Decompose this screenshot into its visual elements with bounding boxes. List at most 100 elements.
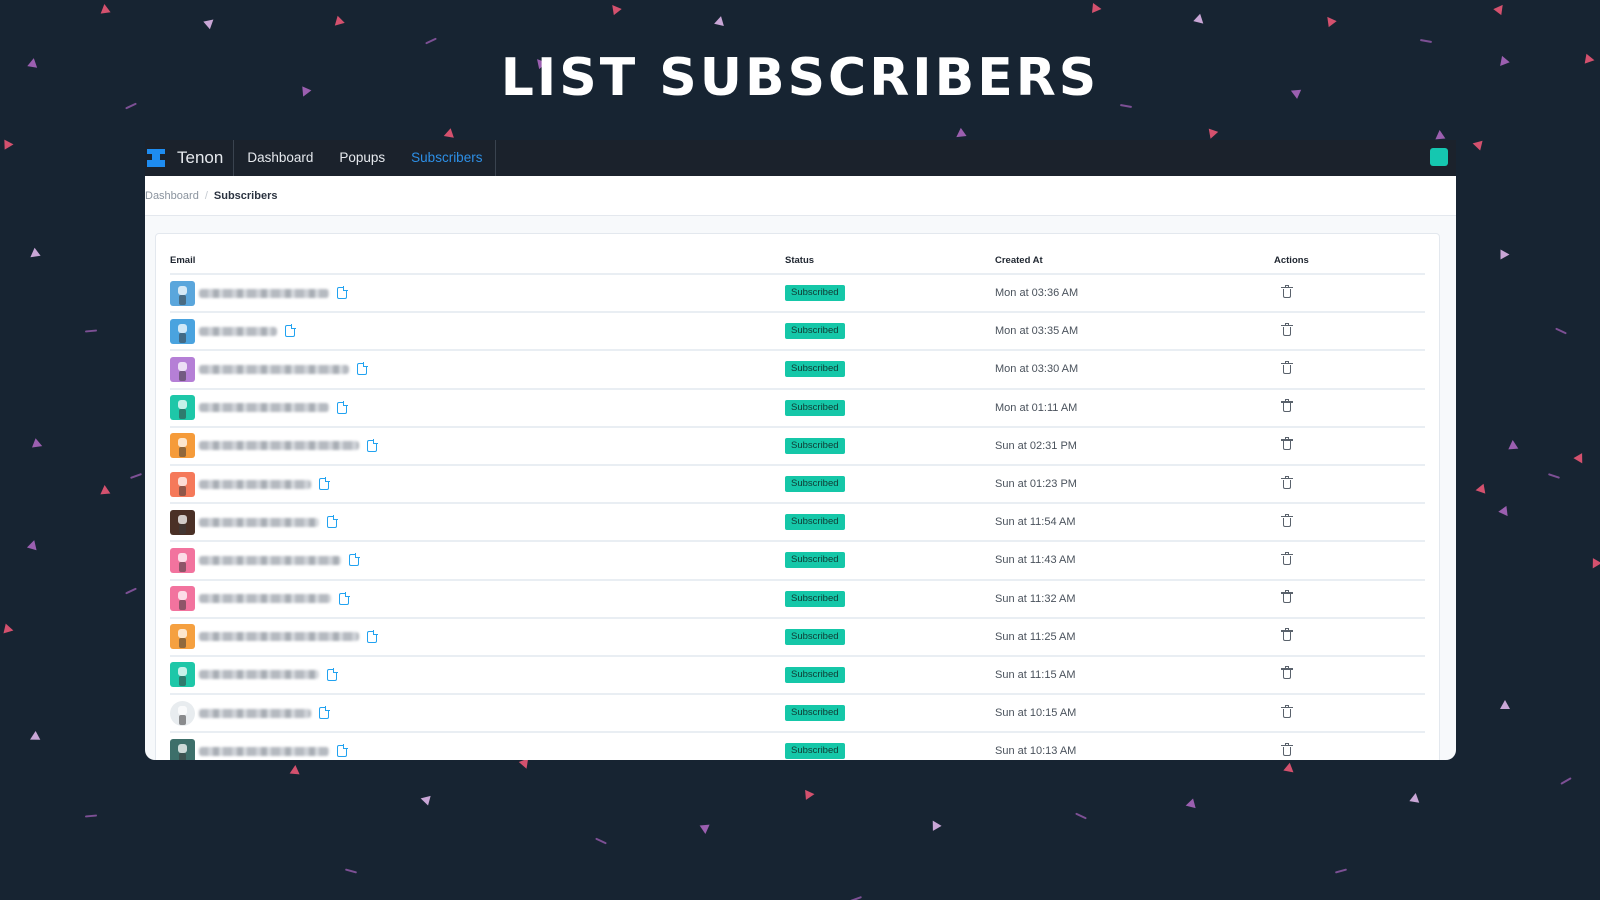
actions-cell (1274, 503, 1425, 543)
confetti-triangle (714, 14, 726, 27)
confetti-stick (84, 329, 98, 333)
copy-icon[interactable] (327, 515, 338, 529)
copy-icon[interactable] (285, 324, 296, 338)
email-cell (170, 655, 785, 696)
avatar (170, 586, 195, 612)
confetti-stick (84, 814, 98, 818)
confetti-stick (850, 896, 862, 900)
confetti-triangle (331, 15, 345, 30)
confetti-triangle (805, 789, 815, 800)
email-cell (170, 732, 785, 760)
confetti-triangle (203, 15, 217, 30)
status-cell: Subscribed (785, 541, 995, 581)
copy-icon[interactable] (337, 744, 348, 758)
actions-cell (1274, 426, 1425, 466)
actions-cell (1274, 732, 1425, 760)
confetti-triangle (1474, 483, 1486, 496)
nav-item-dashboard[interactable]: Dashboard (234, 140, 326, 176)
avatar (170, 318, 195, 344)
email-cell (170, 503, 785, 543)
table-row: Subscribed Sun at 01:23 PM (170, 464, 1425, 505)
actions-cell (1274, 464, 1425, 505)
table-row: Subscribed Mon at 03:30 AM (170, 350, 1425, 390)
confetti-triangle (26, 538, 40, 551)
avatar (170, 356, 195, 382)
confetti-triangle (1498, 505, 1512, 520)
copy-icon[interactable] (319, 477, 330, 491)
confetti-triangle (27, 730, 41, 745)
trash-icon[interactable] (1281, 513, 1293, 527)
copy-icon[interactable] (327, 667, 338, 681)
confetti-stick (1555, 327, 1567, 335)
trash-icon[interactable] (1281, 551, 1293, 565)
status-cell: Subscribed (785, 350, 995, 390)
subscribers-table: Email Status Created At Actions Subscrib… (170, 248, 1425, 760)
copy-icon[interactable] (337, 286, 348, 300)
copy-icon[interactable] (349, 553, 360, 567)
status-cell: Subscribed (785, 503, 995, 543)
trash-icon[interactable] (1281, 284, 1293, 298)
hero-title: LIST SUBSCRIBERS (500, 48, 1100, 108)
email-cell (170, 312, 785, 352)
table-row: Subscribed Sun at 11:15 AM (170, 655, 1425, 696)
actions-cell (1274, 274, 1425, 314)
confetti-triangle (1193, 13, 1207, 28)
subscribers-card: Email Status Created At Actions Subscrib… (155, 233, 1440, 760)
table-row: Subscribed Sun at 11:54 AM (170, 503, 1425, 543)
confetti-triangle (928, 818, 942, 831)
created-at-cell: Sun at 11:54 AM (995, 503, 1274, 543)
status-badge: Subscribed (785, 437, 845, 454)
nav-item-subscribers[interactable]: Subscribers (398, 140, 495, 176)
confetti-triangle (1184, 798, 1196, 811)
trash-icon[interactable] (1281, 628, 1293, 642)
user-menu-button[interactable] (1430, 148, 1448, 166)
breadcrumb: Dashboard / Subscribers (145, 176, 1456, 216)
actions-cell (1274, 617, 1425, 657)
confetti-triangle (289, 764, 301, 775)
trash-icon[interactable] (1281, 399, 1293, 413)
trash-icon[interactable] (1281, 666, 1293, 680)
status-badge: Subscribed (785, 323, 845, 340)
confetti-triangle (1500, 249, 1510, 260)
status-badge: Subscribed (785, 705, 845, 722)
trash-icon[interactable] (1281, 360, 1293, 374)
email-cell (170, 617, 785, 657)
avatar (170, 547, 195, 573)
status-cell: Subscribed (785, 655, 995, 696)
created-at-cell: Sun at 11:43 AM (995, 541, 1274, 581)
avatar (170, 471, 195, 497)
copy-icon[interactable] (337, 400, 348, 414)
nav-item-popups[interactable]: Popups (326, 140, 398, 176)
email-cell (170, 694, 785, 734)
copy-icon[interactable] (339, 591, 350, 605)
actions-cell (1274, 694, 1425, 734)
breadcrumb-dashboard[interactable]: Dashboard (145, 190, 199, 202)
status-badge: Subscribed (785, 552, 845, 569)
brand[interactable]: Tenon (145, 140, 235, 176)
copy-icon[interactable] (367, 629, 378, 643)
confetti-triangle (1283, 762, 1297, 777)
status-cell: Subscribed (785, 388, 995, 428)
trash-icon[interactable] (1281, 437, 1293, 451)
actions-cell (1274, 655, 1425, 696)
table-row: Subscribed Sun at 11:32 AM (170, 579, 1425, 619)
confetti-triangle (3, 623, 15, 636)
trash-icon[interactable] (1281, 590, 1293, 604)
copy-icon[interactable] (357, 362, 368, 376)
avatar (170, 395, 195, 421)
brand-name: Tenon (177, 148, 224, 167)
status-cell: Subscribed (785, 732, 995, 760)
avatar (170, 662, 195, 688)
avatar (170, 738, 195, 760)
trash-icon[interactable] (1281, 475, 1293, 489)
table-row: Subscribed Sun at 02:31 PM (170, 426, 1425, 466)
created-at-cell: Sun at 10:15 AM (995, 694, 1274, 734)
trash-icon[interactable] (1281, 704, 1293, 718)
email-cell (170, 274, 785, 314)
copy-icon[interactable] (367, 438, 378, 452)
email-text (199, 364, 349, 374)
trash-icon[interactable] (1281, 742, 1293, 756)
confetti-triangle (32, 438, 44, 451)
copy-icon[interactable] (319, 706, 330, 720)
trash-icon[interactable] (1281, 322, 1293, 336)
